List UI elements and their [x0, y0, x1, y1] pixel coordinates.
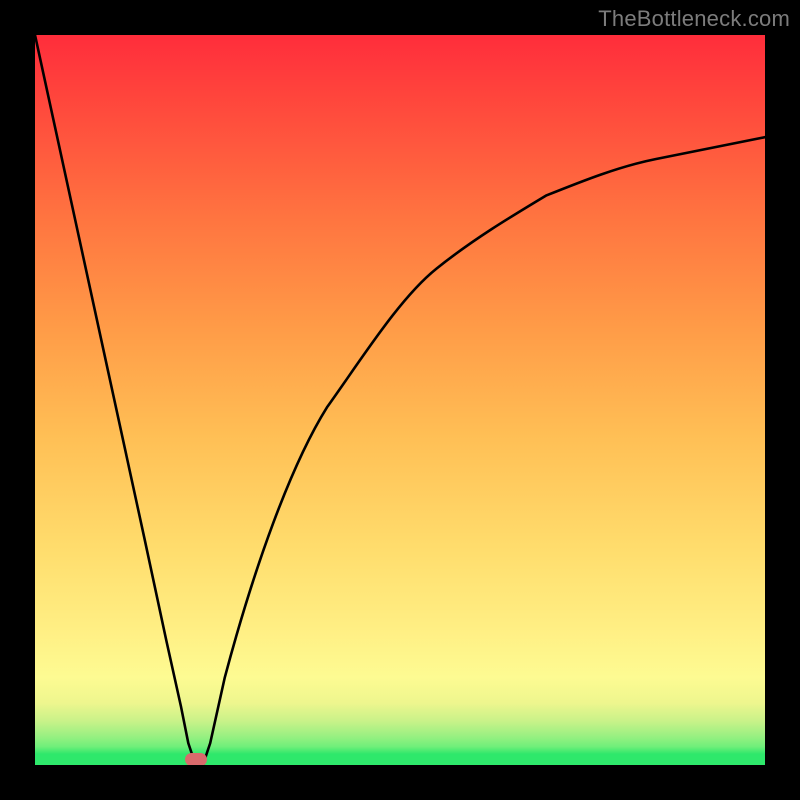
- optimum-marker: [185, 753, 207, 765]
- chart-frame: TheBottleneck.com: [0, 0, 800, 800]
- watermark-label: TheBottleneck.com: [598, 6, 790, 32]
- bottleneck-chart: [35, 35, 765, 765]
- gradient-background: [35, 35, 765, 765]
